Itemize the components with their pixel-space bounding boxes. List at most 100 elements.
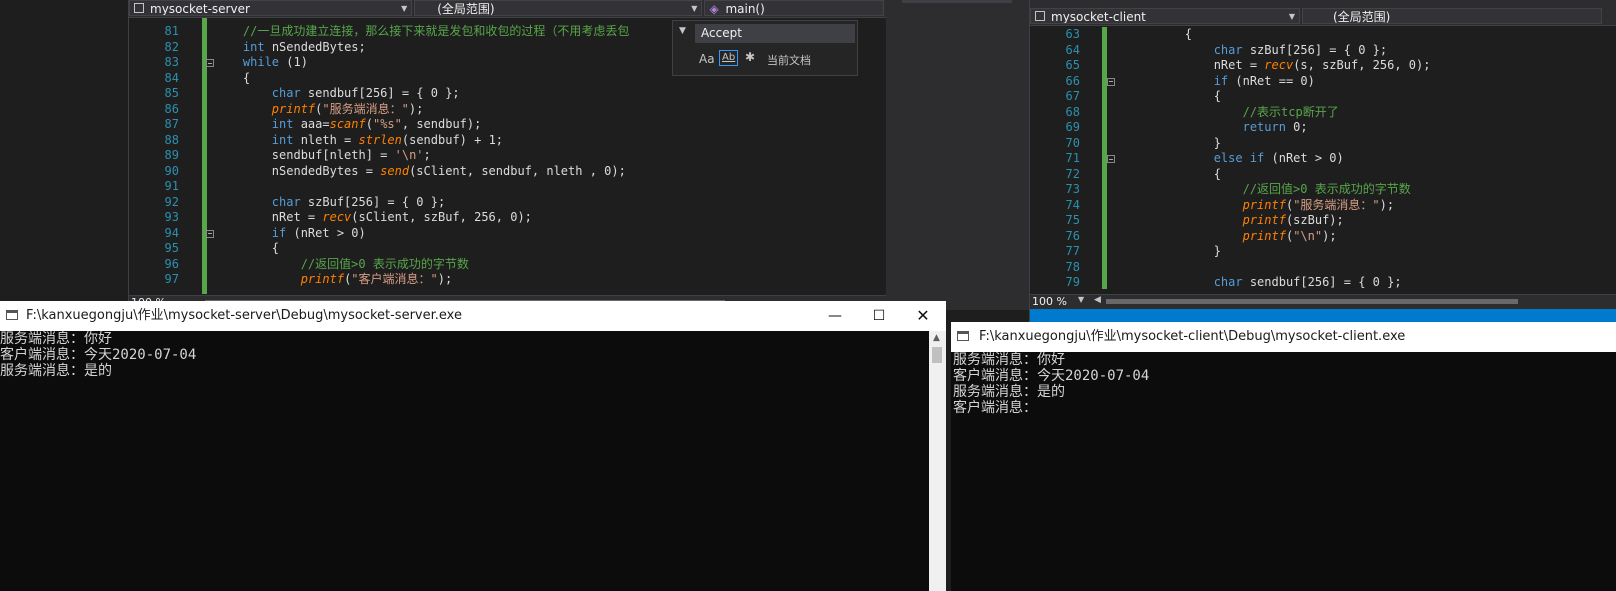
line-number: 95 [164,241,179,255]
window-title: F:\kanxuegongju\作业\mysocket-client\Debug… [979,329,1406,344]
code-line[interactable]: 89 sendbuf[nleth] = '\n'; [129,148,886,164]
code-line[interactable]: 72 { [1030,167,1616,183]
scope-dropdown[interactable]: (全局范围) [1302,8,1602,24]
code-line[interactable]: 69 return 0; [1030,120,1616,136]
window-title: F:\kanxuegongju\作业\mysocket-server\Debug… [26,308,462,323]
chevron-down-icon[interactable]: ▼ [1078,295,1084,304]
client-code-area[interactable]: 63 {64 char szBuf[256] = { 0 }; 65 nRet =… [1030,27,1616,295]
desktop-background [0,0,128,310]
line-number: 88 [164,132,179,147]
code-line[interactable]: 64 char szBuf[256] = { 0 }; [1030,43,1616,59]
match-case-toggle[interactable]: Aa [699,52,715,66]
scope-dropdown[interactable]: (全局范围) ▼ [414,0,703,16]
code-text: printf("客户端消息："); [300,272,453,286]
project-name: mysocket-client [1051,10,1146,24]
code-line[interactable]: 88 int nleth = strlen(sendbuf) + 1; [129,133,886,149]
line-number: 66 [1065,73,1080,88]
function-label: main() [725,2,765,16]
code-line[interactable]: 68 //表示tcp断开了 [1030,105,1616,121]
line-number: 81 [164,24,179,38]
project-dropdown[interactable]: mysocket-client ▼ [1030,8,1300,24]
fold-toggle-icon[interactable] [1107,77,1115,86]
fold-toggle-icon[interactable] [206,59,214,67]
code-text: { [214,70,251,85]
line-number: 97 [164,272,179,286]
code-line[interactable]: 97 printf("客户端消息："); [129,272,886,288]
code-line[interactable]: 71 else if (nRet > 0) [1030,151,1616,167]
whole-word-toggle[interactable]: Ab [719,50,739,66]
code-line[interactable]: 77 } [1030,244,1616,260]
code-line[interactable]: 96 //返回值>0 表示成功的字节数 [129,257,886,273]
project-name: mysocket-server [150,2,250,16]
code-text: printf("\n"); [1242,228,1337,243]
code-text: { [1127,89,1221,103]
vertical-scrollbar[interactable]: ▲ [929,331,946,591]
console-icon [957,331,969,341]
fold-toggle-icon[interactable] [1107,155,1115,163]
line-number: 78 [1065,259,1080,274]
code-text: if (nRet > 0) [271,225,366,240]
project-dropdown[interactable]: mysocket-server ▼ [129,0,413,16]
line-number: 75 [1065,213,1080,227]
close-button[interactable]: ✕ [900,301,946,331]
zoom-level[interactable]: 100 % [1032,295,1067,308]
code-line[interactable]: 63 { [1030,27,1616,43]
code-text: } [1127,135,1221,150]
code-line[interactable]: 90 nSendedBytes = send(sClient, sendbuf,… [129,164,886,180]
find-widget: ▼ Accept Aa Ab ✱ 当前文档 [672,20,858,76]
line-number: 68 [1065,104,1080,119]
maximize-button[interactable]: ☐ [856,301,902,331]
horizontal-scrollbar[interactable] [1106,299,1518,304]
code-line[interactable]: 75 printf(szBuf); [1030,213,1616,229]
code-line[interactable]: 87 int aaa=scanf("%s", sendbuf); [129,117,886,133]
line-number: 73 [1065,182,1080,196]
code-line[interactable]: 65 nRet = recv(s, szBuf, 256, 0); [1030,58,1616,74]
search-scope-label[interactable]: 当前文档 [767,52,811,68]
code-line[interactable]: 70 } [1030,136,1616,152]
line-number: 87 [164,117,179,131]
code-line[interactable]: 79 char sendbuf[256] = { 0 }; [1030,275,1616,291]
minimize-button[interactable]: — [812,301,858,331]
code-line[interactable]: 85 char sendbuf[256] = { 0 }; [129,86,886,102]
scroll-left-icon[interactable]: ◀ [1094,295,1101,305]
code-text: //表示tcp断开了 [1242,104,1339,119]
code-line[interactable]: 66 if (nRet == 0) [1030,74,1616,90]
code-line[interactable]: 76 printf("\n"); [1030,229,1616,245]
code-line[interactable]: 78 [1030,260,1616,276]
chevron-down-icon: ▼ [691,4,698,13]
code-text: } [1127,244,1221,258]
code-text: { [1127,27,1193,41]
code-line[interactable]: 73 //返回值>0 表示成功的字节数 [1030,182,1616,198]
line-number: 94 [164,225,179,240]
console-icon [6,310,18,320]
code-line[interactable]: 93 nRet = recv(sClient, szBuf, 256, 0); [129,210,886,226]
console-output: 服务端消息：你好 客户端消息：今天2020-07-04 服务端消息：是的 客户端… [953,352,1150,416]
line-number: 71 [1065,151,1080,165]
regex-icon[interactable]: ✱ [745,50,755,64]
code-line[interactable]: 74 printf("服务端消息："); [1030,198,1616,214]
chevron-down-icon[interactable]: ▼ [679,26,686,36]
server-navigation-bar: mysocket-server ▼ (全局范围) ▼ ◈ main() [129,0,886,18]
code-line[interactable]: 92 char szBuf[256] = { 0 }; [129,195,886,211]
code-line[interactable]: 91 [129,179,886,195]
line-number: 91 [164,179,179,193]
function-dropdown[interactable]: ◈ main() [704,0,884,16]
scope-label: (全局范围) [437,2,495,16]
scope-label: (全局范围) [1333,10,1391,24]
code-text: nRet = recv(sClient, szBuf, 256, 0); [214,210,532,224]
code-line[interactable]: 67 { [1030,89,1616,105]
client-console-window: F:\kanxuegongju\作业\mysocket-client\Debug… [951,322,1616,591]
line-number: 67 [1065,89,1080,103]
code-text: char szBuf[256] = { 0 }; [1213,42,1388,57]
code-line[interactable]: 94 if (nRet > 0) [129,226,886,242]
scrollbar-thumb[interactable] [932,347,942,363]
line-number: 82 [164,39,179,54]
code-line[interactable]: 95 { [129,241,886,257]
find-input[interactable]: Accept [695,24,855,43]
fold-toggle-icon[interactable] [206,229,214,238]
code-text: char sendbuf[256] = { 0 }; [271,86,460,100]
server-console-titlebar[interactable]: F:\kanxuegongju\作业\mysocket-server\Debug… [0,301,946,331]
scroll-up-icon[interactable]: ▲ [933,333,940,343]
code-line[interactable]: 86 printf("服务端消息："); [129,102,886,118]
client-console-titlebar[interactable]: F:\kanxuegongju\作业\mysocket-client\Debug… [951,322,1616,352]
